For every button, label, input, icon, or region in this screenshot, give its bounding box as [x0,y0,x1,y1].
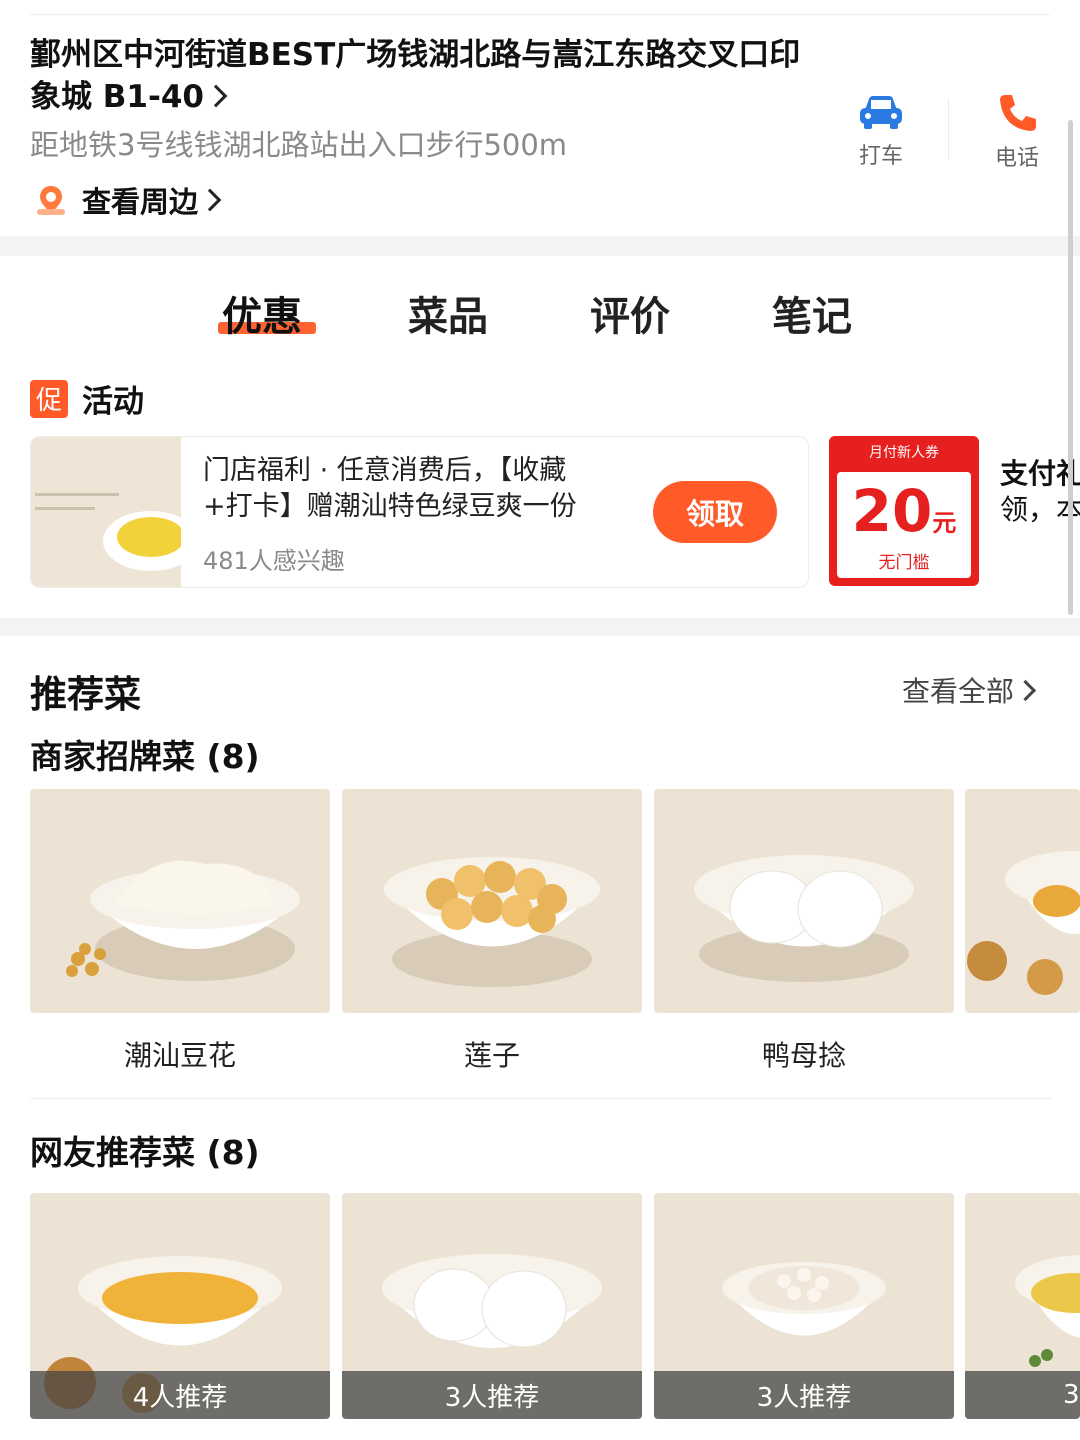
dish-name[interactable]: 潮汕豆花 [30,1034,330,1074]
promo-header: 促 活动 [30,376,144,421]
taxi-button[interactable]: 打车 [826,92,936,170]
car-icon [860,96,902,129]
phone-button[interactable]: 电话 [962,92,1072,172]
coupon-amount: 20元 [829,480,979,554]
recommend-count: 4人推荐 [30,1371,330,1419]
dish-image-partial[interactable] [965,789,1080,1013]
dish-image-lotus-seed[interactable] [342,789,642,1013]
recommend-count: 3人推荐 [654,1371,954,1419]
phone-icon [1000,95,1036,131]
interested-count: 481人感兴趣 [203,547,345,575]
dish-image-yamunian[interactable] [654,789,954,1013]
benefit-description: 门店福利 · 任意消费后，【收藏 +打卡】赠潮汕特色绿豆爽一份 [203,453,633,525]
store-benefit-card[interactable]: 门店福利 · 任意消费后，【收藏 +打卡】赠潮汕特色绿豆爽一份 481人感兴趣 … [30,436,809,588]
nearby-label: 查看周边 [82,185,199,219]
see-all-link[interactable]: 查看全部 [902,670,1037,710]
netizen-dish-card[interactable]: 3人推荐 [654,1193,954,1419]
dish-name[interactable]: 莲子 [342,1034,642,1074]
nearby-link[interactable]: 查看周边 [34,178,222,222]
map-pin-icon [37,186,65,215]
claim-button[interactable]: 领取 [653,481,777,543]
benefit-line2: +打卡】赠潮汕特色绿豆爽一份 [203,491,577,522]
dish-image-douhua[interactable] [30,789,330,1013]
benefit-image [31,437,199,587]
benefit-line1: 门店福利 · 任意消费后，【收藏 [203,455,567,486]
metro-distance: 距地铁3号线钱湖北路站出入口步行500m [30,128,568,162]
recommend-count: 3人推荐 [342,1371,642,1419]
store-address[interactable]: 鄞州区中河街道BEST广场钱湖北路与嵩江东路交叉口印 象城 B1-40 [30,34,810,118]
action-divider [948,98,949,160]
netizen-dish-card[interactable]: 4人推荐 [30,1193,330,1419]
address-line2: 象城 B1-40 [30,79,204,115]
recommend-count: 3 [965,1371,1080,1419]
netizen-dish-card[interactable]: 3 [965,1193,1080,1419]
tab-reviews[interactable]: 评价 [590,284,670,342]
netizen-title: 网友推荐菜 (8) [30,1133,260,1172]
promo-title: 活动 [82,384,144,420]
see-all-label: 查看全部 [902,675,1015,708]
taxi-label: 打车 [858,144,903,169]
dish-name[interactable]: 鸭母捻 [654,1034,954,1074]
netizen-dish-card[interactable]: 3人推荐 [342,1193,642,1419]
section-gap [0,618,1080,636]
address-line1: 鄞州区中河街道BEST广场钱湖北路与嵩江东路交叉口印 [30,37,801,73]
phone-label: 电话 [994,146,1039,171]
coupon-value: 20 [851,477,933,545]
section-gap [0,236,1080,256]
new-user-coupon[interactable]: 月付新人券 20元 无门槛 [829,436,979,586]
coupon-label: 月付新人券 [869,445,939,461]
tab-notes[interactable]: 笔记 [772,284,852,342]
chevron-right-icon [1014,679,1037,701]
scrollbar[interactable] [1068,120,1073,615]
section-divider [30,1098,1052,1099]
tab-dishes[interactable]: 菜品 [408,284,488,342]
recommended-title: 推荐菜 [30,673,141,716]
promo-badge: 促 [30,379,68,418]
chevron-right-icon [198,188,222,212]
signature-title: 商家招牌菜 (8) [30,737,260,776]
coupon-note: 无门槛 [878,553,930,573]
top-divider [30,14,1050,15]
tab-discount[interactable]: 优惠 [222,284,302,342]
coupon-unit: 元 [932,509,957,537]
chevron-right-icon [204,84,228,108]
